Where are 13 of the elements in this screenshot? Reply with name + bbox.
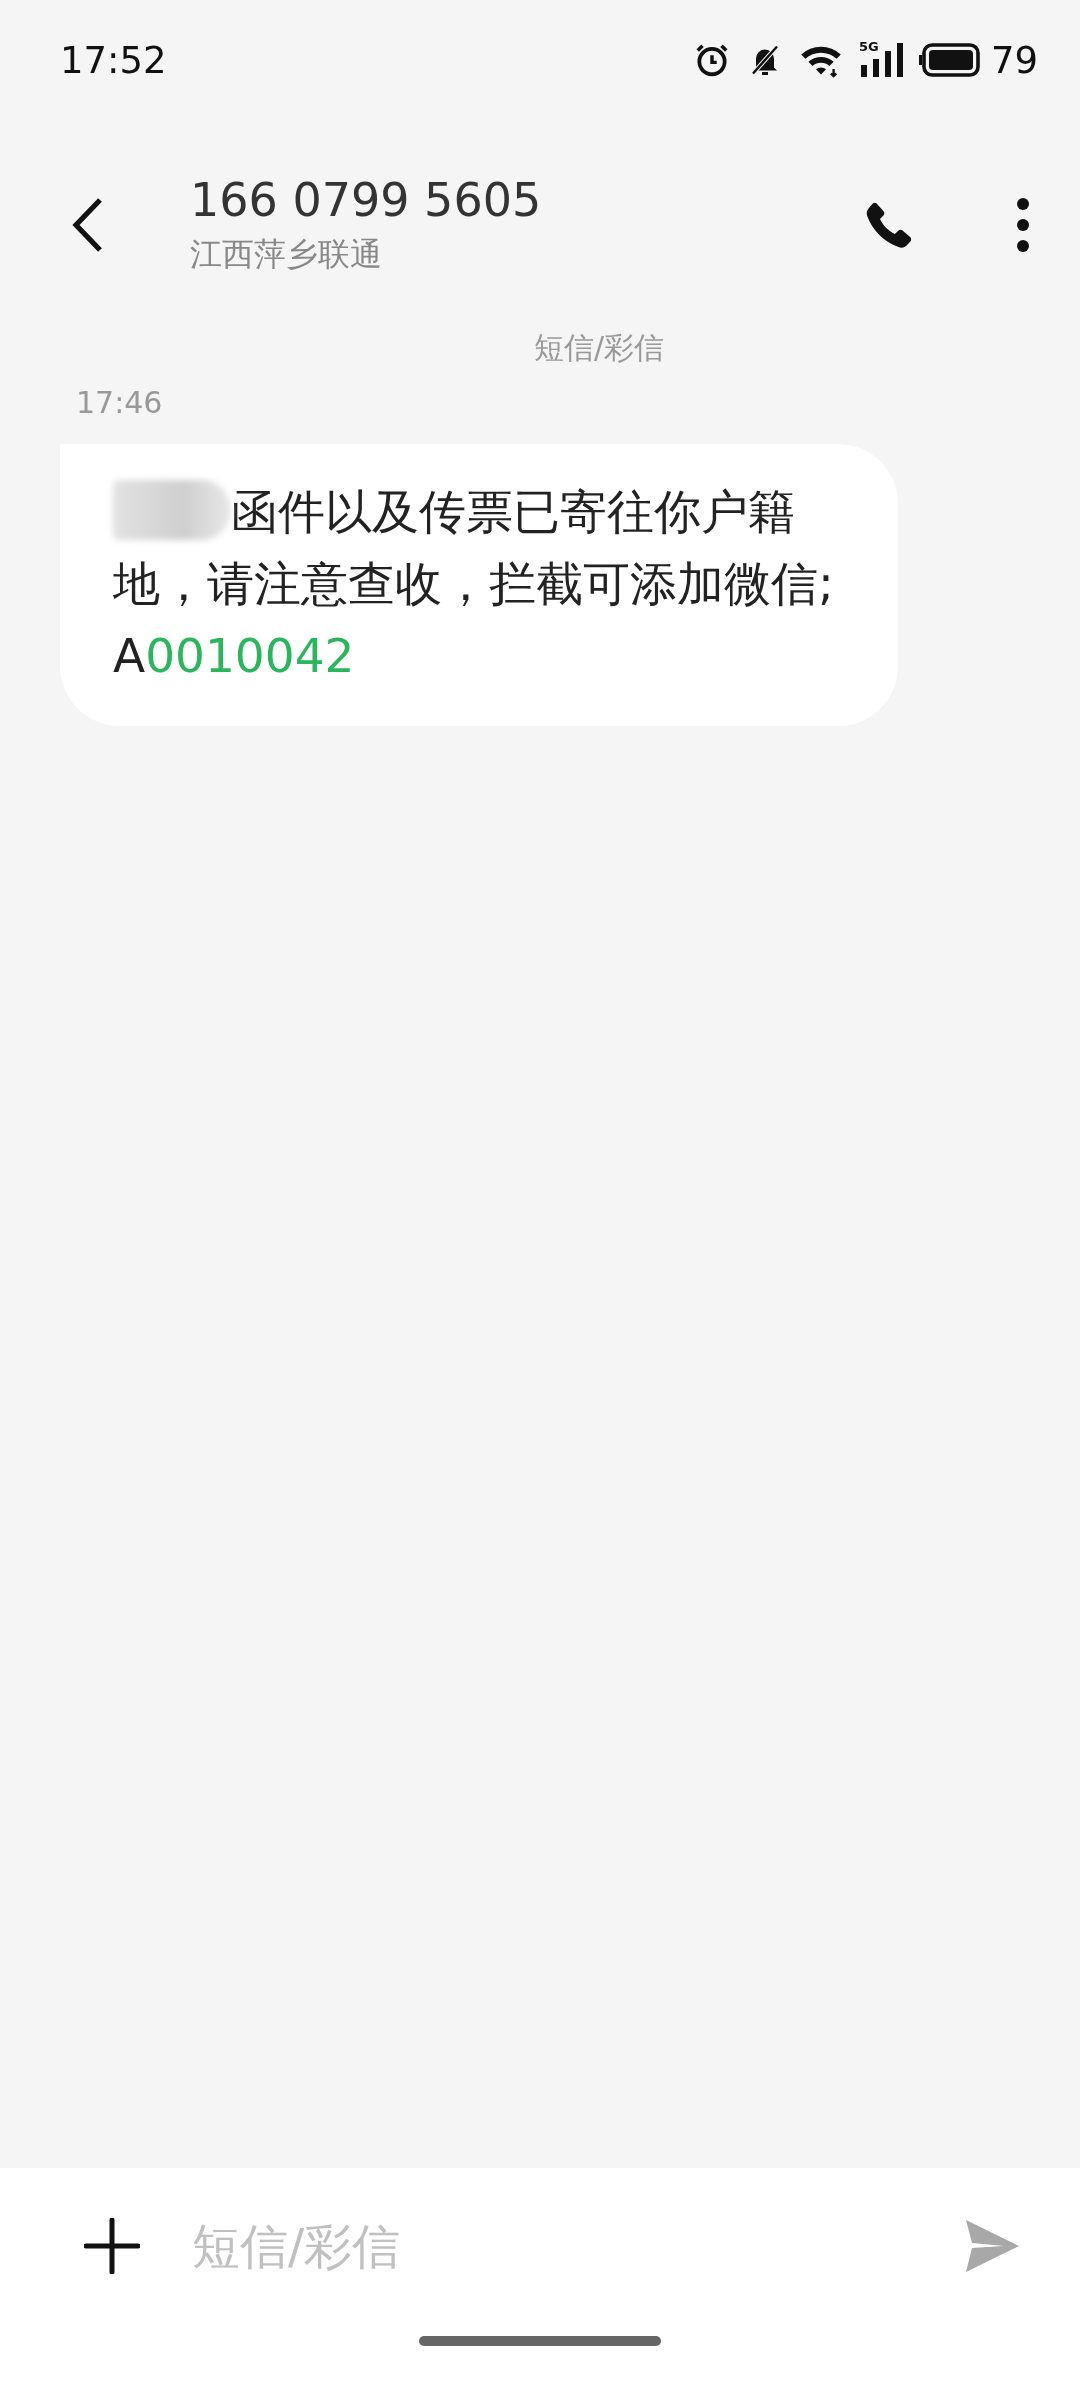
contact-number: 166 0799 5605 [190,173,543,227]
back-icon[interactable] [70,196,104,254]
carrier-location: 江西萍乡联通 [190,234,383,275]
battery-icon [918,43,981,77]
status-time: 17:52 [60,38,167,82]
battery-level: 79 [990,38,1038,82]
message-timestamp: 17:46 [76,385,164,420]
message-input[interactable]: 短信/彩信 [192,2218,912,2274]
add-icon[interactable] [84,2218,140,2274]
channel-label: 短信/彩信 [533,329,665,367]
more-options-icon[interactable] [1016,197,1030,253]
message-text: 函件以及传票已寄往你户籍地，请注意查收，拦截可添加微信;A0010042 [113,476,853,692]
code-link[interactable]: 0010042 [145,628,355,683]
